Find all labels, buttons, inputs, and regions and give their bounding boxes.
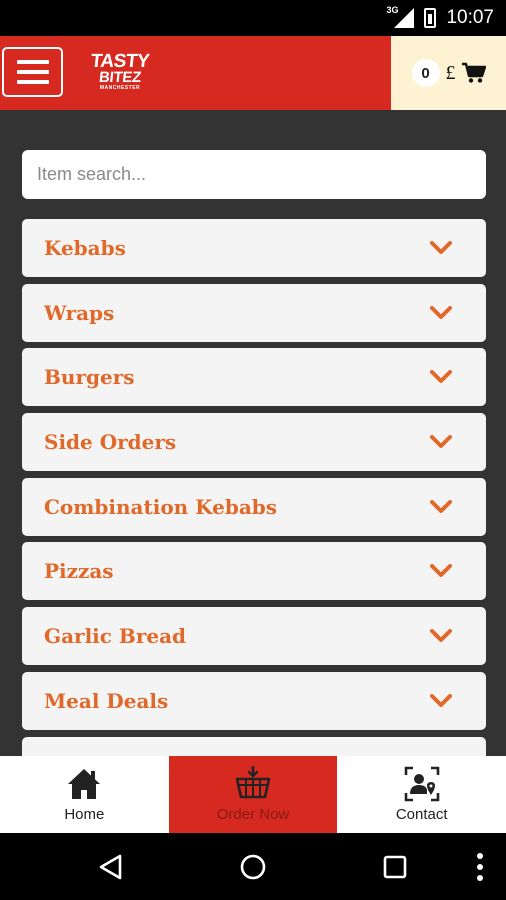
category-item-combination-kebabs[interactable]: Combination Kebabs (22, 477, 486, 536)
category-item-pizzas[interactable]: Pizzas (22, 542, 486, 601)
cart-currency: £ (445, 61, 456, 84)
home-icon (68, 769, 101, 799)
status-bar: 3G 10:07 (0, 0, 506, 36)
category-label: Pizzas (44, 559, 114, 584)
status-time: 10:07 (446, 7, 494, 28)
menu-button[interactable] (2, 47, 63, 97)
contact-card-icon (404, 766, 439, 802)
battery-icon (424, 8, 437, 28)
nav-contact[interactable]: Contact (337, 756, 506, 833)
back-triangle-icon (99, 854, 122, 879)
chevron-down-icon (430, 693, 452, 707)
category-label: Side Orders (44, 430, 177, 455)
cart-count-badge: 0 (411, 59, 440, 87)
nav-order-now-label: Order Now (216, 806, 290, 823)
category-item-meal-deals[interactable]: Meal Deals (22, 671, 486, 730)
recents-button[interactable] (375, 847, 415, 887)
category-item-kebabs[interactable]: Kebabs (22, 219, 486, 277)
signal-icon: 3G (386, 5, 415, 28)
brand-logo[interactable]: TASTY BITEZ MANCHESTER (90, 51, 151, 98)
cart-button[interactable]: 0 £ (391, 36, 506, 110)
search-input[interactable] (22, 150, 486, 199)
logo-line-2: BITEZ (98, 69, 142, 86)
shopping-cart-icon (461, 62, 486, 83)
overflow-menu-icon[interactable] (476, 853, 484, 881)
chevron-down-icon (430, 499, 452, 513)
category-item-garlic-bread[interactable]: Garlic Bread (22, 607, 486, 666)
logo-line-3: MANCHESTER (99, 85, 141, 91)
chevron-down-icon (430, 370, 452, 384)
category-item-wraps[interactable]: Wraps (22, 283, 486, 342)
category-item-partial[interactable] (22, 736, 486, 756)
category-list: Kebabs Wraps Burgers Side Orders Combina… (22, 219, 486, 756)
nav-home-label: Home (64, 806, 105, 823)
app-header: TASTY BITEZ MANCHESTER 0 £ (0, 36, 506, 110)
nav-contact-label: Contact (395, 806, 448, 823)
home-circle-icon (240, 854, 266, 879)
network-type: 3G (386, 5, 399, 15)
nav-order-now[interactable]: Order Now (168, 756, 338, 833)
category-item-burgers[interactable]: Burgers (22, 348, 486, 407)
home-system-button[interactable] (233, 847, 273, 887)
category-label: Garlic Bread (44, 624, 187, 649)
category-item-side-orders[interactable]: Side Orders (22, 413, 486, 472)
chevron-down-icon (430, 564, 452, 578)
chevron-down-icon (430, 435, 452, 449)
chevron-down-icon (430, 629, 452, 643)
basket-icon (235, 766, 271, 799)
category-label: Kebabs (44, 236, 126, 260)
category-label: Wraps (44, 300, 115, 325)
category-label: Combination Kebabs (44, 494, 278, 519)
back-button[interactable] (91, 847, 131, 887)
chevron-down-icon (430, 241, 452, 254)
recents-square-icon (383, 855, 407, 878)
main-content: Kebabs Wraps Burgers Side Orders Combina… (0, 110, 506, 756)
bottom-nav: Home Order Now Contact (0, 756, 506, 833)
hamburger-menu-icon (16, 60, 49, 64)
system-navigation-bar (0, 833, 506, 900)
category-label: Meal Deals (44, 688, 169, 713)
chevron-down-icon (430, 305, 452, 319)
category-label: Burgers (44, 365, 135, 390)
nav-home[interactable]: Home (0, 756, 169, 833)
